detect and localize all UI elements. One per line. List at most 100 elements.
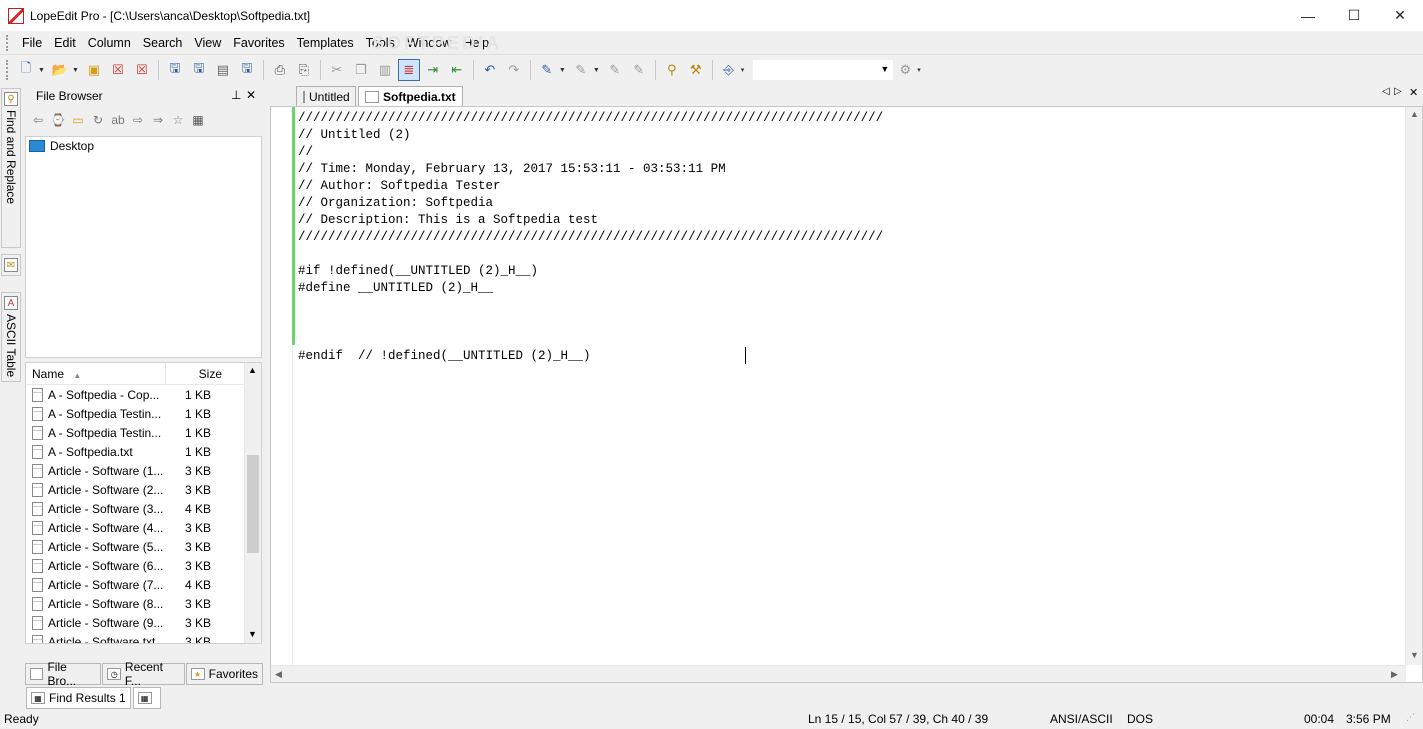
editor-text[interactable]: ////////////////////////////////////////…	[298, 110, 883, 365]
editor-gutter[interactable]	[271, 107, 293, 665]
file-row[interactable]: Article - Software (1... 3 KB	[26, 461, 261, 480]
next-bookmark-icon[interactable]: ✎	[570, 59, 592, 81]
file-row[interactable]: A - Softpedia Testin... 1 KB	[26, 404, 261, 423]
tree-item-desktop[interactable]: Desktop	[26, 137, 261, 155]
column-name[interactable]: Name ▲	[26, 363, 166, 385]
save-all-icon[interactable]: 🖫	[236, 59, 258, 81]
move-icon[interactable]: ⇨	[128, 110, 148, 130]
run-icon[interactable]: ⎆	[718, 59, 740, 81]
tab-file-browser[interactable]: File Bro...	[25, 660, 102, 688]
code-line[interactable]: // Time: Monday, February 13, 2017 15:53…	[298, 161, 883, 178]
tab-recent-files[interactable]: ◷ Recent F...	[102, 660, 185, 688]
favorite-star-icon[interactable]: ☆	[168, 110, 188, 130]
undo-icon[interactable]: ↶	[479, 59, 501, 81]
save-as-icon[interactable]: 🖫	[188, 59, 210, 81]
file-row[interactable]: Article - Software (8... 3 KB	[26, 594, 261, 613]
toolbar-overflow-icon[interactable]: ▾	[741, 66, 745, 74]
code-line[interactable]	[298, 297, 883, 314]
menu-view[interactable]: View	[188, 36, 227, 50]
code-line[interactable]	[298, 331, 883, 348]
toolbar-overflow-2-icon[interactable]: ▾	[917, 66, 921, 74]
toolbar-combo[interactable]: ▼	[753, 60, 894, 80]
back-icon[interactable]: ⇦	[28, 110, 48, 130]
file-row[interactable]: Article - Software (2... 3 KB	[26, 480, 261, 499]
refresh-icon[interactable]: ↻	[88, 110, 108, 130]
menu-grip[interactable]	[6, 34, 10, 51]
history-icon[interactable]: ⌚	[48, 110, 68, 130]
file-row[interactable]: Article - Software (6... 3 KB	[26, 556, 261, 575]
redo-icon[interactable]: ↷	[503, 59, 525, 81]
code-line[interactable]: // Organization: Softpedia	[298, 195, 883, 212]
file-list-scrollbar[interactable]: ▲ ▼	[244, 363, 261, 643]
editor-vertical-scrollbar[interactable]: ▲ ▼	[1405, 107, 1422, 665]
bookmark-dropdown-icon[interactable]: ▼	[559, 67, 566, 74]
open-icon[interactable]: ▣	[83, 59, 105, 81]
wand-icon[interactable]: ⚙	[894, 59, 916, 81]
file-row[interactable]: A - Softpedia - Cop... 1 KB	[26, 385, 261, 404]
code-line[interactable]: // Description: This is a Softpedia test	[298, 212, 883, 229]
copy-icon[interactable]: ❐	[350, 59, 372, 81]
menu-edit[interactable]: Edit	[48, 36, 82, 50]
paste-icon[interactable]: ▥	[374, 59, 396, 81]
find-icon[interactable]: ⚲	[661, 59, 683, 81]
clear-all-bookmarks-icon[interactable]: ✎	[628, 59, 650, 81]
resize-grip-icon[interactable]: ⋰	[1406, 712, 1415, 723]
file-row[interactable]: Article - Software (5... 3 KB	[26, 537, 261, 556]
column-size[interactable]: Size	[166, 363, 236, 385]
cut-icon[interactable]: ✂	[326, 59, 348, 81]
menu-help[interactable]: Help	[457, 36, 495, 50]
indent-icon[interactable]: ⇥	[422, 59, 444, 81]
scroll-left-icon[interactable]: ◀	[275, 669, 282, 680]
close-button[interactable]: ✕	[1377, 0, 1423, 31]
tab-favorites[interactable]: ★ Favorites	[185, 663, 263, 685]
tab-close-icon[interactable]: ✕	[1409, 86, 1418, 99]
toolbar-grip[interactable]	[6, 60, 10, 80]
tab-scroll-right-icon[interactable]: ▷	[1394, 86, 1402, 97]
menu-tools[interactable]: Tools	[360, 36, 401, 50]
folder-tree[interactable]: Desktop	[25, 136, 262, 358]
file-row[interactable]: Article - Software (9... 3 KB	[26, 613, 261, 632]
scroll-down-icon[interactable]: ▼	[248, 629, 257, 639]
scroll-up-icon[interactable]: ▲	[1410, 109, 1419, 119]
menu-templates[interactable]: Templates	[291, 36, 360, 50]
code-line[interactable]: // Author: Softpedia Tester	[298, 178, 883, 195]
next-bookmark-dropdown-icon[interactable]: ▼	[593, 67, 600, 74]
scroll-thumb[interactable]	[247, 455, 259, 553]
new-dropdown-icon[interactable]: ▼	[38, 67, 45, 74]
scroll-up-icon[interactable]: ▲	[248, 365, 257, 375]
print-preview-icon[interactable]: ⎘	[293, 59, 315, 81]
print-icon[interactable]: ⎙	[269, 59, 291, 81]
bookmark-icon[interactable]: ✎	[536, 59, 558, 81]
menu-search[interactable]: Search	[137, 36, 189, 50]
chevron-down-icon[interactable]: ▼	[880, 64, 889, 74]
rename-icon[interactable]: ab	[108, 110, 128, 130]
file-row[interactable]: A - Softpedia.txt 1 KB	[26, 442, 261, 461]
new-file-icon[interactable]: 🗋	[15, 59, 37, 81]
save-copy-icon[interactable]: ▤	[212, 59, 234, 81]
code-line[interactable]: ////////////////////////////////////////…	[298, 110, 883, 127]
file-row[interactable]: Article - Software (4... 3 KB	[26, 518, 261, 537]
tab-find-results-1[interactable]: ▦ Find Results 1	[26, 687, 131, 709]
maximize-button[interactable]: ☐	[1331, 0, 1377, 31]
code-editor[interactable]: ////////////////////////////////////////…	[270, 106, 1423, 683]
file-row[interactable]: Article - Software (7... 4 KB	[26, 575, 261, 594]
copy-to-icon[interactable]: ⇒	[148, 110, 168, 130]
file-row[interactable]: A - Softpedia Testin... 1 KB	[26, 423, 261, 442]
file-row[interactable]: Article - Software.txt 3 KB	[26, 632, 261, 643]
menu-window[interactable]: Window	[401, 36, 457, 50]
code-line[interactable]: #define __UNTITLED (2)_H__	[298, 280, 883, 297]
file-list[interactable]: Name ▲ Size A - Softpedia - Cop... 1 KB A …	[25, 362, 262, 644]
close-all-icon[interactable]: ☒	[131, 59, 153, 81]
code-line[interactable]: // Untitled (2)	[298, 127, 883, 144]
open-folder-icon[interactable]: 📂	[49, 59, 71, 81]
open-dropdown-icon[interactable]: ▼	[72, 67, 79, 74]
close-file-icon[interactable]: ☒	[107, 59, 129, 81]
tab-ascii-table[interactable]: A ASCII Table	[1, 292, 21, 382]
outdent-icon[interactable]: ⇤	[446, 59, 468, 81]
scroll-down-icon[interactable]: ▼	[1410, 650, 1419, 660]
tab-output-2[interactable]: ▦	[132, 687, 161, 709]
code-line[interactable]	[298, 314, 883, 331]
menu-column[interactable]: Column	[82, 36, 137, 50]
menu-favorites[interactable]: Favorites	[227, 36, 290, 50]
tab-find-and-replace[interactable]: ⚲ Find and Replace	[1, 88, 21, 248]
